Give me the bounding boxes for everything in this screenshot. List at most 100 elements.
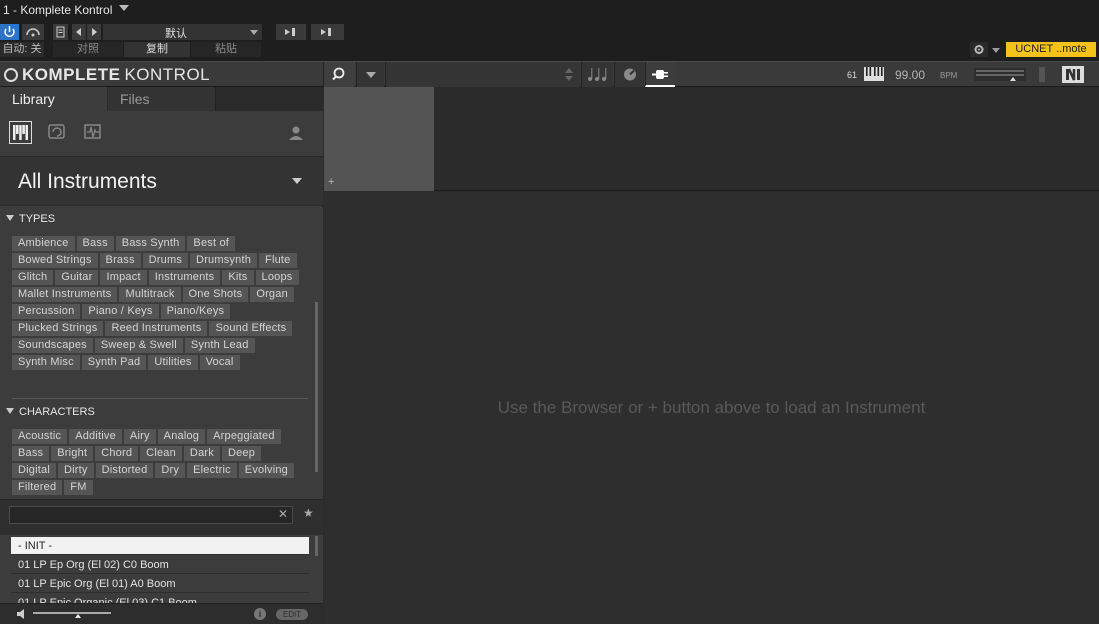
loops-button[interactable]: [47, 122, 67, 142]
type-tag[interactable]: Bowed Strings: [12, 253, 98, 268]
preset-select[interactable]: 默认: [103, 24, 262, 40]
plugin-view-button[interactable]: [645, 62, 675, 87]
arpeggiator-button[interactable]: [581, 62, 613, 87]
type-tag[interactable]: Sound Effects: [209, 321, 293, 336]
type-tag[interactable]: Sweep & Swell: [94, 338, 183, 353]
character-tag[interactable]: Dry: [155, 463, 186, 478]
scale-button[interactable]: [614, 62, 644, 87]
type-tag[interactable]: Flute: [259, 253, 297, 268]
compare-button[interactable]: 对照: [53, 42, 123, 57]
settings-button[interactable]: [970, 42, 988, 57]
character-tag[interactable]: Deep: [221, 446, 262, 461]
info-icon[interactable]: i: [254, 608, 266, 620]
preset-display[interactable]: [385, 62, 580, 87]
keyboard-icon[interactable]: [864, 67, 884, 81]
type-tag[interactable]: Plucked Strings: [12, 321, 104, 336]
next-preset-button[interactable]: [87, 24, 101, 40]
type-tag[interactable]: Guitar: [55, 270, 99, 285]
browser-toggle-button[interactable]: [323, 62, 355, 87]
type-tag[interactable]: Multitrack: [119, 287, 181, 302]
tempo-value[interactable]: 99.00: [895, 68, 925, 82]
character-tag[interactable]: Airy: [123, 429, 156, 444]
character-tag[interactable]: Dirty: [57, 463, 94, 478]
volume-handle-icon[interactable]: [1010, 77, 1016, 81]
type-tag[interactable]: Bass: [76, 236, 114, 251]
master-volume-slider[interactable]: [974, 68, 1026, 81]
type-tag[interactable]: Kits: [222, 270, 254, 285]
type-tag[interactable]: Brass: [99, 253, 141, 268]
character-tag[interactable]: Digital: [12, 463, 56, 478]
type-tag[interactable]: Loops: [255, 270, 299, 285]
type-tag[interactable]: Mallet Instruments: [12, 287, 118, 302]
character-tag[interactable]: FM: [64, 480, 93, 495]
type-tag[interactable]: Impact: [100, 270, 147, 285]
copy-button[interactable]: 复制: [124, 42, 190, 57]
instrument-slot[interactable]: +: [324, 87, 434, 191]
character-tag[interactable]: Evolving: [238, 463, 294, 478]
routing-out-button[interactable]: [311, 24, 344, 40]
type-tag[interactable]: Reed Instruments: [105, 321, 208, 336]
character-tag[interactable]: Bass: [12, 446, 50, 461]
paste-button[interactable]: 粘贴: [191, 42, 261, 57]
type-tag[interactable]: Soundscapes: [12, 338, 93, 353]
type-tag[interactable]: Drums: [142, 253, 189, 268]
type-tag[interactable]: Synth Misc: [12, 355, 80, 370]
type-tag[interactable]: One Shots: [182, 287, 249, 302]
type-tag[interactable]: Utilities: [148, 355, 198, 370]
result-item[interactable]: - INIT -: [11, 537, 309, 555]
add-instrument-button[interactable]: +: [328, 176, 334, 188]
type-tag[interactable]: Percussion: [12, 304, 81, 319]
result-item[interactable]: 01 LP Epic Org (El 01) A0 Boom: [11, 575, 309, 593]
type-tag[interactable]: Bass Synth: [115, 236, 186, 251]
tags-scrollbar[interactable]: [315, 302, 318, 472]
type-tag[interactable]: Drumsynth: [190, 253, 258, 268]
clear-search-icon[interactable]: ✕: [278, 507, 288, 521]
prehear-speaker-icon[interactable]: [15, 607, 29, 624]
bypass-button[interactable]: [22, 24, 44, 40]
tab-files[interactable]: Files: [108, 87, 216, 111]
type-tag[interactable]: Piano/Keys: [160, 304, 231, 319]
character-tag[interactable]: Dark: [183, 446, 220, 461]
prev-preset-button[interactable]: [72, 24, 86, 40]
auto-label[interactable]: 自动: 关: [0, 42, 44, 57]
routing-button[interactable]: [276, 24, 306, 40]
type-tag[interactable]: Synth Pad: [81, 355, 147, 370]
characters-header[interactable]: CHARACTERS: [6, 406, 95, 418]
ni-button[interactable]: [1062, 66, 1084, 83]
character-tag[interactable]: Filtered: [12, 480, 63, 495]
character-tag[interactable]: Electric: [187, 463, 237, 478]
favorites-star-icon[interactable]: ★: [303, 506, 314, 520]
character-tag[interactable]: Distorted: [95, 463, 154, 478]
types-header[interactable]: TYPES: [6, 213, 55, 225]
user-button[interactable]: [287, 124, 305, 142]
character-tag[interactable]: Acoustic: [12, 429, 68, 444]
volume-handle-icon[interactable]: [75, 614, 81, 618]
type-tag[interactable]: Organ: [250, 287, 294, 302]
tab-library[interactable]: Library: [0, 87, 107, 111]
menu-button[interactable]: [356, 62, 384, 87]
one-shots-button[interactable]: [83, 122, 103, 142]
type-tag[interactable]: Ambience: [12, 236, 75, 251]
results-scrollbar[interactable]: [315, 536, 318, 556]
settings-chevron-down-icon[interactable]: [992, 48, 1000, 53]
remote-button[interactable]: UCNET ..mote: [1006, 42, 1096, 57]
instruments-button[interactable]: [9, 121, 32, 144]
result-item[interactable]: 01 LP Ep Org (El 02) C0 Boom: [11, 556, 309, 574]
character-tag[interactable]: Analog: [157, 429, 206, 444]
category-select[interactable]: All Instruments: [0, 156, 323, 206]
search-input[interactable]: [9, 506, 293, 524]
type-tag[interactable]: Vocal: [199, 355, 240, 370]
type-tag[interactable]: Instruments: [148, 270, 221, 285]
character-tag[interactable]: Clean: [140, 446, 182, 461]
character-tag[interactable]: Additive: [69, 429, 122, 444]
type-tag[interactable]: Glitch: [12, 270, 54, 285]
preset-manager-button[interactable]: [53, 24, 68, 40]
character-tag[interactable]: Bright: [51, 446, 94, 461]
type-tag[interactable]: Piano / Keys: [82, 304, 159, 319]
power-button[interactable]: [0, 24, 19, 40]
character-tag[interactable]: Arpeggiated: [207, 429, 281, 444]
prehear-volume-slider[interactable]: [33, 612, 111, 618]
character-tag[interactable]: Chord: [95, 446, 139, 461]
window-menu-chevron-icon[interactable]: [119, 5, 129, 11]
type-tag[interactable]: Best of: [187, 236, 236, 251]
